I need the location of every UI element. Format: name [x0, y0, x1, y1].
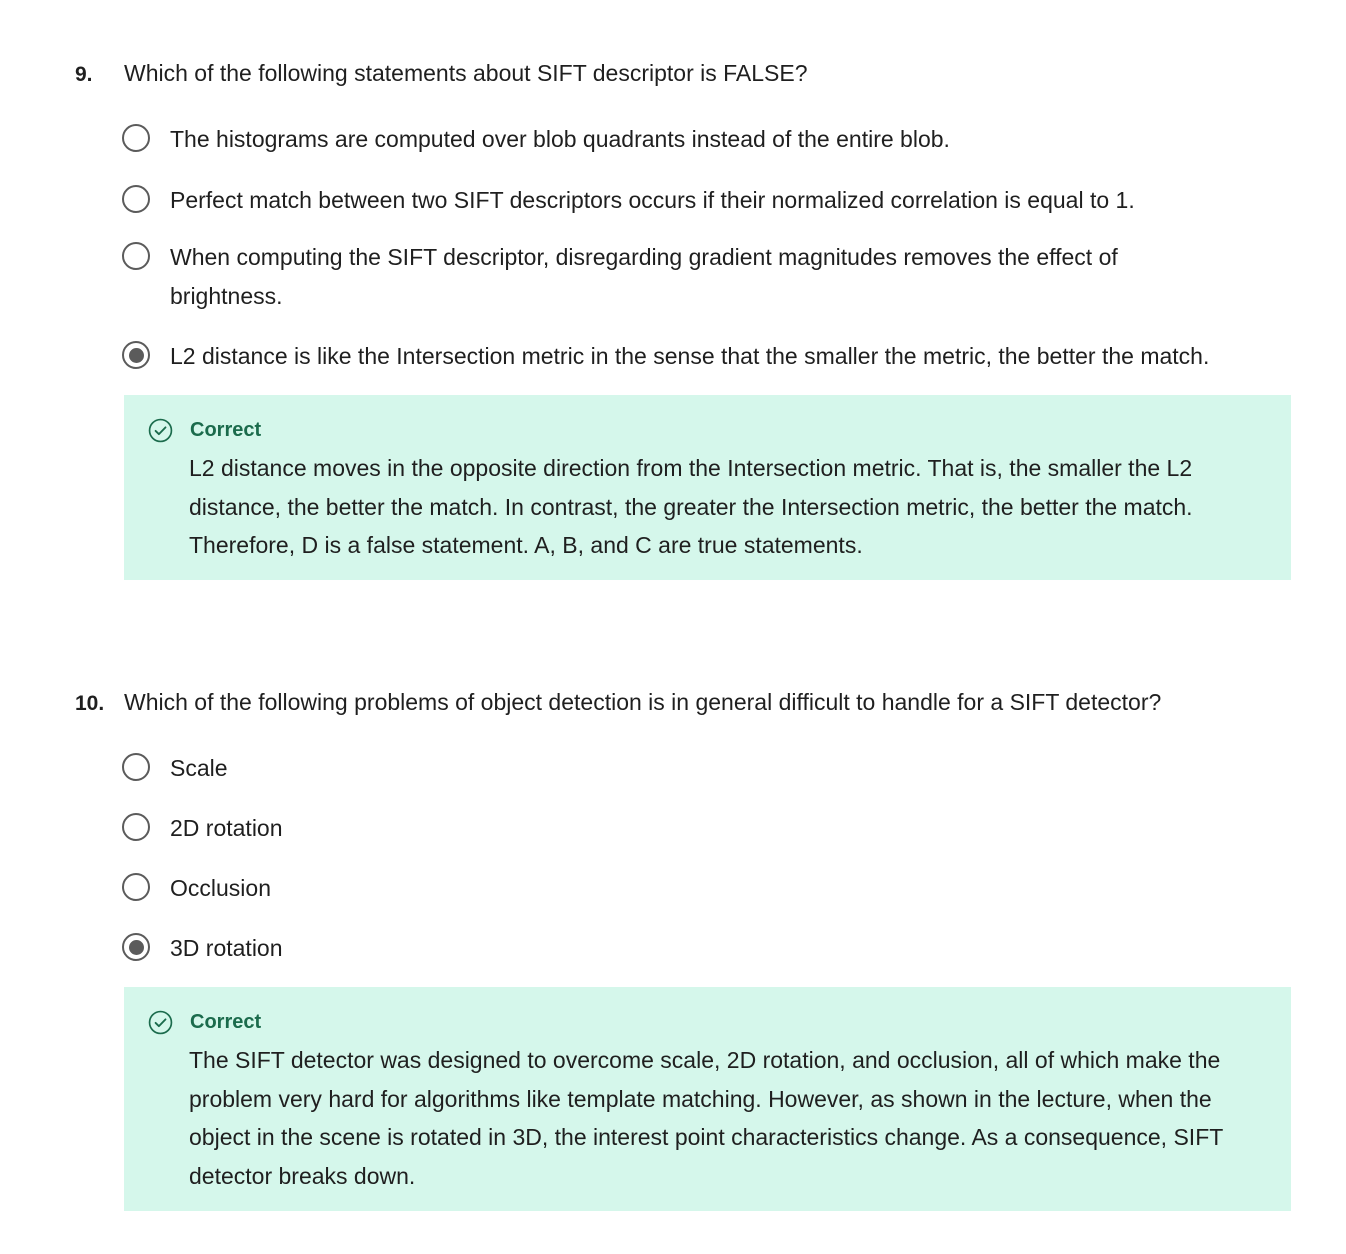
feedback-panel: Correct The SIFT detector was designed t…: [124, 987, 1291, 1211]
question-text: Which of the following statements about …: [124, 60, 808, 86]
option-d[interactable]: 3D rotation: [122, 929, 1272, 968]
question-text: Which of the following problems of objec…: [124, 689, 1162, 715]
option-c[interactable]: When computing the SIFT descriptor, disr…: [122, 238, 1182, 316]
option-b[interactable]: Perfect match between two SIFT descripto…: [122, 181, 1272, 220]
question-number: 10.: [75, 692, 105, 715]
feedback-status: Correct: [190, 418, 262, 441]
option-a[interactable]: Scale: [122, 749, 1272, 788]
question-header: 9. Which of the following statements abo…: [75, 57, 808, 91]
feedback-header: Correct: [148, 1009, 1265, 1035]
option-label: 3D rotation: [170, 935, 283, 961]
radio-button-unselected[interactable]: [122, 242, 150, 270]
option-b[interactable]: 2D rotation: [122, 809, 1272, 848]
option-label: When computing the SIFT descriptor, disr…: [170, 244, 1118, 309]
question-number: 9.: [75, 63, 93, 86]
feedback-panel: Correct L2 distance moves in the opposit…: [124, 395, 1291, 580]
option-c[interactable]: Occlusion: [122, 869, 1272, 908]
option-a[interactable]: The histograms are computed over blob qu…: [122, 120, 1272, 159]
feedback-explanation: L2 distance moves in the opposite direct…: [189, 455, 1193, 558]
option-label: Scale: [170, 755, 228, 781]
option-label: The histograms are computed over blob qu…: [170, 126, 950, 152]
radio-button-selected[interactable]: [122, 341, 150, 369]
option-label: 2D rotation: [170, 815, 283, 841]
radio-button-unselected[interactable]: [122, 873, 150, 901]
feedback-header: Correct: [148, 417, 1265, 443]
radio-button-selected[interactable]: [122, 933, 150, 961]
check-circle-icon: [148, 418, 173, 442]
option-d[interactable]: L2 distance is like the Intersection met…: [122, 337, 1272, 376]
radio-button-unselected[interactable]: [122, 185, 150, 213]
feedback-explanation: The SIFT detector was designed to overco…: [189, 1047, 1223, 1189]
radio-button-unselected[interactable]: [122, 753, 150, 781]
radio-button-unselected[interactable]: [122, 124, 150, 152]
question-header: 10. Which of the following problems of o…: [75, 686, 1161, 720]
option-label: L2 distance is like the Intersection met…: [170, 343, 1210, 369]
feedback-status: Correct: [190, 1010, 262, 1033]
option-label: Perfect match between two SIFT descripto…: [170, 187, 1135, 213]
radio-button-unselected[interactable]: [122, 813, 150, 841]
check-circle-icon: [148, 1010, 173, 1034]
option-label: Occlusion: [170, 875, 271, 901]
